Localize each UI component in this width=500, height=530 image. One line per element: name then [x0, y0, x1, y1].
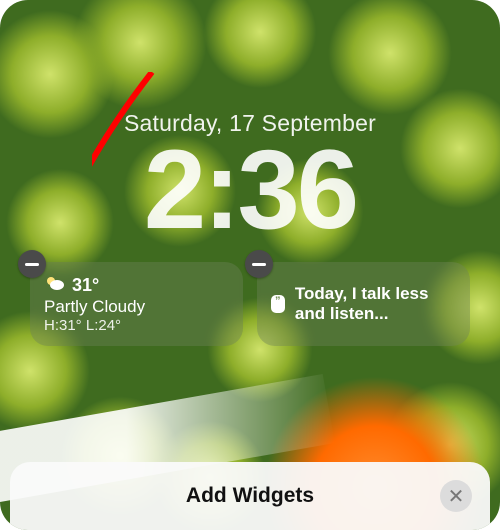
close-sheet-button[interactable]: ✕ — [440, 480, 472, 512]
lockscreen-clock[interactable]: 2:36 — [0, 134, 500, 246]
affirmation-text: Today, I talk less and listen... — [295, 284, 456, 324]
weather-condition: Partly Cloudy — [44, 297, 229, 317]
remove-affirmation-widget-button[interactable] — [245, 250, 273, 278]
weather-temp: 31° — [72, 275, 99, 296]
remove-weather-widget-button[interactable] — [18, 250, 46, 278]
speech-bubble-icon: ” — [271, 295, 285, 313]
add-widgets-sheet[interactable]: Add Widgets ✕ — [10, 462, 490, 530]
affirmation-widget[interactable]: ” Today, I talk less and listen... — [257, 262, 470, 346]
weather-partly-cloudy-icon — [44, 274, 66, 297]
close-icon: ✕ — [448, 484, 465, 509]
weather-hilo: H:31° L:24° — [44, 317, 229, 334]
weather-widget[interactable]: 31° Partly Cloudy H:31° L:24° — [30, 262, 243, 346]
add-widgets-label: Add Widgets — [186, 484, 314, 508]
widget-row: 31° Partly Cloudy H:31° L:24° ” Today, I… — [30, 262, 470, 346]
